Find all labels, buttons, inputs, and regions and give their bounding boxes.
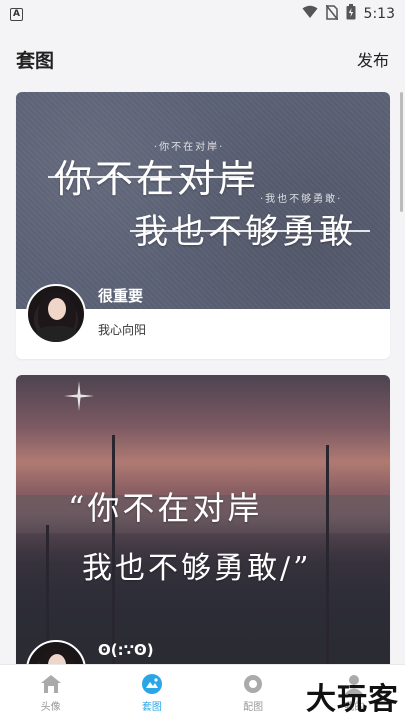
photo-set-feed[interactable]: ·你不在对岸· 你不在对岸 ·我也不够勇敢· 我也不够勇敢 很重要 我心向阳 “… [16, 92, 390, 720]
no-sim-icon [324, 4, 339, 24]
app-header: 套图 发布 [0, 34, 405, 84]
nav-item-avatar[interactable]: 头像 [0, 665, 101, 720]
nav-item-photo-set[interactable]: 套图 [101, 665, 202, 720]
card-cover-image[interactable]: ·你不在对岸· 你不在对岸 ·我也不够勇敢· 我也不够勇敢 [16, 92, 390, 309]
scrollbar[interactable] [400, 92, 403, 212]
ring-icon [241, 672, 265, 696]
home-icon [39, 672, 63, 696]
cover-caption-large: 我也不够勇敢/” [82, 551, 312, 586]
photo-set-icon [140, 672, 164, 696]
battery-icon [346, 4, 356, 24]
watermark-logo: 大玩客 [306, 682, 399, 717]
publish-button[interactable]: 发布 [357, 47, 389, 71]
status-bar: A 5:13 [0, 0, 405, 28]
nav-item-label: 头像 [40, 702, 61, 713]
nav-item-match-image[interactable]: 配图 [203, 665, 304, 720]
cover-caption-large: “你不在对岸 [68, 489, 263, 527]
app-notification-icon: A [10, 7, 23, 21]
card-description: 我心向阳 [98, 323, 147, 337]
author-name[interactable]: 很重要 [98, 285, 143, 306]
clock-time: 5:13 [363, 6, 395, 22]
cover-caption-large: 我也不够勇敢 [134, 212, 356, 252]
author-name[interactable]: ʘ(:∵ʘ) [98, 641, 154, 659]
avatar[interactable] [26, 284, 86, 344]
card-footer: 很重要 我心向阳 [16, 284, 390, 359]
photo-set-card[interactable]: ·你不在对岸· 你不在对岸 ·我也不够勇敢· 我也不够勇敢 很重要 我心向阳 [16, 92, 390, 359]
cover-caption-small: ·我也不够勇敢· [260, 194, 343, 205]
nav-item-label: 套图 [141, 702, 162, 713]
page-title: 套图 [16, 49, 55, 72]
wifi-icon [302, 5, 318, 23]
nav-item-label: 配图 [243, 702, 264, 713]
sparkle-icon [64, 381, 94, 415]
card-cover-image[interactable]: “你不在对岸 我也不够勇敢/” [16, 375, 390, 665]
